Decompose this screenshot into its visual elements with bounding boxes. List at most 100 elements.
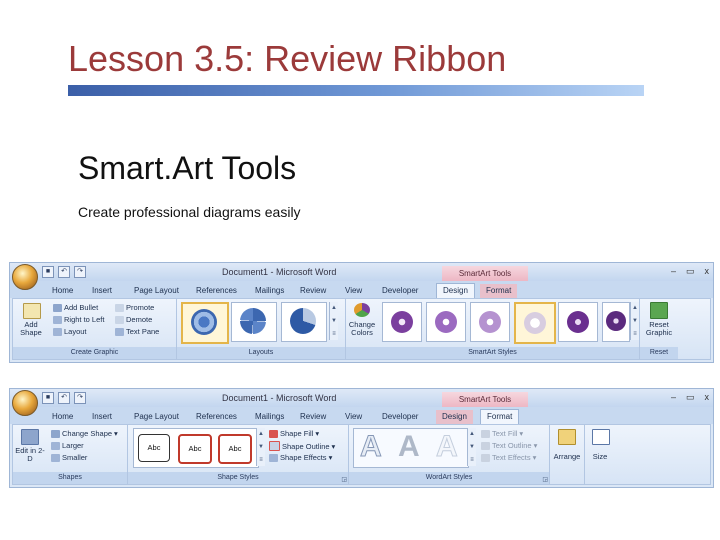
style-thumb-2[interactable] bbox=[426, 302, 466, 342]
redo-icon[interactable]: ↷ bbox=[74, 266, 86, 278]
tab-view[interactable]: View bbox=[345, 284, 362, 298]
tab-developer[interactable]: Developer bbox=[382, 410, 418, 424]
text-effects-button[interactable]: Text Effects ▾ bbox=[481, 453, 536, 462]
maximize-icon[interactable]: ▭ bbox=[686, 266, 695, 277]
shape-style-3[interactable]: Abc bbox=[218, 434, 252, 464]
larger-button[interactable]: Larger bbox=[51, 441, 84, 450]
quick-access-toolbar: ■ ↶ ↷ bbox=[42, 266, 86, 278]
style-thumb-1[interactable] bbox=[382, 302, 422, 342]
minimize-icon[interactable]: – bbox=[671, 266, 676, 277]
save-icon[interactable]: ■ bbox=[42, 266, 54, 278]
tab-format[interactable]: Format bbox=[480, 409, 520, 424]
office-button[interactable] bbox=[12, 264, 38, 290]
change-shape-button[interactable]: Change Shape ▾ bbox=[51, 429, 118, 438]
size-icon bbox=[592, 429, 610, 445]
tab-mailings[interactable]: Mailings bbox=[255, 410, 284, 424]
minimize-icon[interactable]: – bbox=[671, 392, 676, 403]
arrange-button[interactable]: Arrange bbox=[550, 453, 584, 461]
demote-icon bbox=[115, 315, 124, 324]
undo-icon[interactable]: ↶ bbox=[58, 392, 70, 404]
layout-button[interactable]: Layout bbox=[53, 327, 87, 336]
redo-icon[interactable]: ↷ bbox=[74, 392, 86, 404]
styles-scroll[interactable]: ▲ ▼ ≡ bbox=[630, 302, 639, 340]
layouts-scroll[interactable]: ▲ ▼ ≡ bbox=[329, 302, 338, 340]
text-outline-button[interactable]: Text Outline ▾ bbox=[481, 441, 537, 450]
style-disk-icon bbox=[567, 311, 589, 333]
tab-mailings[interactable]: Mailings bbox=[255, 284, 284, 298]
shape-style-1[interactable]: Abc bbox=[138, 434, 170, 462]
group-create-graphic: Add Shape Add Bullet Right to Left Layou… bbox=[13, 299, 177, 359]
tab-review[interactable]: Review bbox=[300, 284, 326, 298]
pie-diagram-icon bbox=[290, 308, 316, 334]
change-colors-icon bbox=[354, 303, 370, 317]
reset-graphic-button[interactable]: Reset Graphic bbox=[642, 321, 676, 337]
office-button[interactable] bbox=[12, 390, 38, 416]
tab-view[interactable]: View bbox=[345, 410, 362, 424]
shape-style-2[interactable]: Abc bbox=[178, 434, 212, 464]
smaller-button[interactable]: Smaller bbox=[51, 453, 87, 462]
ribbon-format-screenshot: ■ ↶ ↷ Document1 - Microsoft Word SmartAr… bbox=[9, 388, 714, 488]
undo-icon[interactable]: ↶ bbox=[58, 266, 70, 278]
layout-icon bbox=[53, 327, 62, 336]
size-button[interactable]: Size bbox=[585, 453, 615, 461]
right-to-left-icon bbox=[53, 315, 62, 324]
text-fill-button[interactable]: Text Fill ▾ bbox=[481, 429, 523, 438]
quick-access-toolbar: ■ ↶ ↷ bbox=[42, 392, 86, 404]
effects-icon bbox=[269, 453, 278, 462]
tab-developer[interactable]: Developer bbox=[382, 284, 418, 298]
style-thumb-3[interactable] bbox=[470, 302, 510, 342]
shape-outline-button[interactable]: Shape Outline ▾ bbox=[269, 441, 335, 451]
maximize-icon[interactable]: ▭ bbox=[686, 392, 695, 403]
tab-page-layout[interactable]: Page Layout bbox=[134, 284, 179, 298]
larger-icon bbox=[51, 441, 60, 450]
promote-button[interactable]: Promote bbox=[115, 303, 154, 312]
group-layouts: ▲ ▼ ≡ Layouts bbox=[177, 299, 346, 359]
style-thumb-4[interactable] bbox=[514, 302, 556, 344]
shape-fill-button[interactable]: Shape Fill ▾ bbox=[269, 429, 319, 438]
tab-home[interactable]: Home bbox=[52, 410, 73, 424]
shape-effects-button[interactable]: Shape Effects ▾ bbox=[269, 453, 332, 462]
tab-format[interactable]: Format bbox=[480, 284, 518, 298]
title-bar: ■ ↶ ↷ Document1 - Microsoft Word SmartAr… bbox=[10, 263, 713, 290]
wordart-style-3[interactable]: A bbox=[436, 430, 459, 464]
wordart-style-1[interactable]: A bbox=[360, 430, 383, 464]
tab-home[interactable]: Home bbox=[52, 284, 73, 298]
style-disk-icon bbox=[391, 311, 413, 333]
style-disk-icon bbox=[435, 311, 457, 333]
shape-style-gallery: Abc Abc Abc bbox=[133, 428, 259, 468]
add-shape-button[interactable]: Add Shape bbox=[15, 321, 47, 337]
layout-thumb-2[interactable] bbox=[231, 302, 277, 342]
close-icon[interactable]: x bbox=[705, 392, 710, 403]
tab-design[interactable]: Design bbox=[436, 283, 475, 298]
tab-references[interactable]: References bbox=[196, 410, 237, 424]
dialog-launcher-icon[interactable]: ◲ bbox=[341, 476, 347, 483]
style-thumb-6[interactable] bbox=[602, 302, 630, 342]
close-icon[interactable]: x bbox=[705, 266, 710, 277]
tab-page-layout[interactable]: Page Layout bbox=[134, 410, 179, 424]
layout-thumb-1[interactable] bbox=[181, 302, 229, 344]
text-pane-button[interactable]: Text Pane bbox=[115, 327, 159, 336]
wordart-style-2[interactable]: A bbox=[398, 430, 420, 464]
edit-in-2d-button[interactable]: Edit in 2-D bbox=[15, 447, 45, 463]
right-to-left-button[interactable]: Right to Left bbox=[53, 315, 104, 324]
edit-in-2d-icon bbox=[21, 429, 39, 445]
group-label-shapes: Shapes bbox=[13, 472, 127, 484]
tab-review[interactable]: Review bbox=[300, 410, 326, 424]
wordart-scroll[interactable]: ▲ ▼ ≡ bbox=[467, 428, 476, 466]
pencil-icon bbox=[269, 441, 280, 451]
demote-button[interactable]: Demote bbox=[115, 315, 152, 324]
tab-design[interactable]: Design bbox=[436, 410, 473, 424]
layout-thumb-3[interactable] bbox=[281, 302, 327, 342]
style-thumb-5[interactable] bbox=[558, 302, 598, 342]
dialog-launcher-icon[interactable]: ◲ bbox=[542, 476, 548, 483]
tab-references[interactable]: References bbox=[196, 284, 237, 298]
change-colors-button[interactable]: Change Colors bbox=[346, 321, 378, 337]
group-label-layouts: Layouts bbox=[177, 347, 345, 359]
shape-styles-scroll[interactable]: ▲ ▼ ≡ bbox=[256, 428, 265, 466]
add-bullet-button[interactable]: Add Bullet bbox=[53, 303, 98, 312]
slide-title: Lesson 3.5: Review Ribbon bbox=[68, 38, 507, 79]
tab-insert[interactable]: Insert bbox=[92, 284, 112, 298]
save-icon[interactable]: ■ bbox=[42, 392, 54, 404]
tab-insert[interactable]: Insert bbox=[92, 410, 112, 424]
title-underline-bar bbox=[68, 85, 644, 96]
